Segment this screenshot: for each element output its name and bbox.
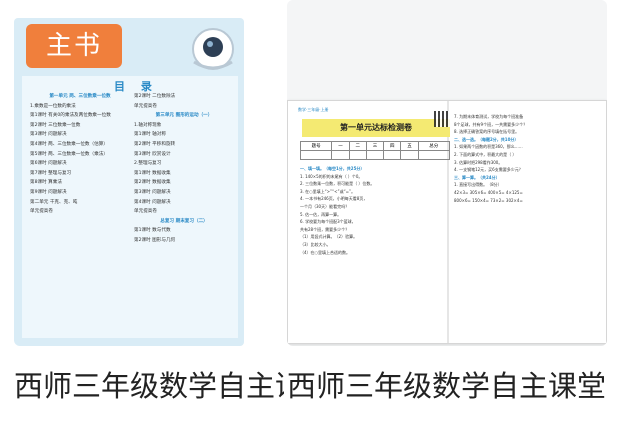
content-line: 第1课时 轴对称 xyxy=(134,132,166,138)
content-line: 第2课时 数据收集 xyxy=(134,180,171,186)
content-line: 7. 为期末体育测试，学校为每个班准备 xyxy=(454,114,524,119)
score-table: 题号一二三四五总分 xyxy=(299,141,451,160)
content-line: 第4课时 问题解决 xyxy=(134,199,171,205)
content-line: （1）用竖式计算。（2）验算。 xyxy=(300,234,358,240)
product-thumbnail[interactable]: 数学·三年级·上册 第一单元达标检测卷 题号一二三四五总分 一、填一填。（每空1… xyxy=(287,0,607,346)
product-thumbnail[interactable]: 目 录 第一单元 两、三位数乘一位数 1.乘数是一位数的乘法 第1课时 有关0的乘法… xyxy=(14,0,284,346)
section-heading: 总复习 期末复习（二） xyxy=(160,218,208,224)
content-line: （4）在○里填上合适的数。 xyxy=(300,249,351,255)
main-book-badge: 主书 xyxy=(26,24,122,68)
qr-code-icon xyxy=(434,111,450,127)
score-header-row: 题号一二三四五总分 xyxy=(299,141,451,151)
content-line: 1. 140×5的积的末尾有（ ）个0。 xyxy=(300,173,363,179)
section-heading: 第三单元 图形的运动（一） xyxy=(155,113,213,119)
section-heading: 第一单元 两、三位数乘一位数 xyxy=(49,94,111,99)
content-line: 单元提高卷 xyxy=(134,209,157,215)
content-line: 1. 如果两个因数的积是360，那么…… xyxy=(454,144,523,150)
score-cell: 五 xyxy=(400,141,419,151)
content-line: 4. 一支钢笔12元，买6支需要多少元？ xyxy=(454,167,523,173)
product-title[interactable]: 西师三年级数学自主课堂主书- xyxy=(14,367,284,405)
paper-column-right: 7. 为期末体育测试，学校为每个班准备 8个足球，共有9个班，一共需要多少个？ 8… xyxy=(454,113,600,204)
content-line: 3. 在○里填上“>”“<”或“=”。 xyxy=(300,188,356,194)
content-line: 6. 学校要为每个班配3个篮球， xyxy=(300,219,356,225)
section-heading: 三、算一算。（共24分） xyxy=(454,174,500,180)
paper-column-left: 一、填一填。（每空1分，共25分） 1. 140×5的积的末尾有（ ）个0。 2. … xyxy=(300,165,446,256)
paper-fold-divider xyxy=(447,101,449,343)
content-line: 42×3= 305×6= 400×5= 4×125= xyxy=(454,189,523,195)
content-line: 第1课时 有关0的乘法及两位数乘一位数 xyxy=(30,113,111,119)
content-line: 第6课时 问题解决 xyxy=(30,161,67,167)
content-line: （3）比较大小。 xyxy=(300,241,331,247)
section-heading: 二、选一选。（每题2分，共10分） xyxy=(454,136,519,142)
content-line: 单元提高卷 xyxy=(30,209,53,215)
content-line: 第9课时 问题解决 xyxy=(30,189,67,195)
paper-tag: 数学·三年级·上册 xyxy=(298,107,329,112)
content-line: 共有28个班，需要多少个？ xyxy=(300,226,350,232)
score-cell: 三 xyxy=(365,141,385,151)
content-line: 第2课时 图形与几何 xyxy=(134,237,176,243)
content-line: 第3课时 问题解决 xyxy=(30,132,67,138)
content-line: 第8课时 算乘法 xyxy=(30,180,62,186)
content-line: 1. 直接写出得数。（8分） xyxy=(454,182,502,188)
content-line: 2.整理与复习 xyxy=(134,161,162,167)
content-line: 1.乘数是一位数的乘法 xyxy=(30,103,76,109)
content-line: 4. 一本书有246页，小明每天看8页， xyxy=(300,196,368,202)
score-cell: 一 xyxy=(331,141,350,151)
content-line: 第3课时 问题解决 xyxy=(134,189,171,195)
toc-column-right: 第2课时 二位数除法 单元提高卷 第三单元 图形的运动（一） 1.轴对称现象 第1课时 … xyxy=(134,92,234,246)
score-cell: 四 xyxy=(383,141,402,151)
content-line: 单元提高卷 xyxy=(134,103,157,109)
content-line: 第二单元 千克、克、吨 xyxy=(30,199,78,205)
score-cell: 题号 xyxy=(299,141,333,151)
score-cell: 二 xyxy=(348,141,367,151)
content-line: 第2课时 三位数乘一位数 xyxy=(30,122,81,128)
toc-column-left: 第一单元 两、三位数乘一位数 1.乘数是一位数的乘法第1课时 有关0的乘法及两位数… xyxy=(30,92,130,217)
content-line: 5. 估一估，再算一算。 xyxy=(300,211,342,217)
product-title[interactable]: 西师三年级数学自主课堂夹卷-学用 xyxy=(287,367,607,405)
content-line: 8个足球，共有9个班，一共需要多少个？ xyxy=(454,121,528,127)
content-line: 3. 估算时把298看作300。 xyxy=(454,159,503,165)
content-line: 第1课时 数据收集 xyxy=(134,170,171,176)
content-line: 第2课时 二位数除法 xyxy=(134,94,176,99)
product-card-test-paper[interactable]: 数学·三年级·上册 第一单元达标检测卷 题号一二三四五总分 一、填一填。（每空1… xyxy=(287,0,607,403)
content-line: 2. 下面的算式中，积最大的是（ ） xyxy=(454,151,517,157)
product-card-main-book[interactable]: 目 录 第一单元 两、三位数乘一位数 1.乘数是一位数的乘法 第1课时 有关0的乘法… xyxy=(14,0,284,403)
content-line: 800×6= 150×4= 73×2= 302×4= xyxy=(454,197,523,203)
content-line: 第4课时 两、三位数乘一位数（估算） xyxy=(30,141,108,147)
paper-title: 第一单元达标检测卷 xyxy=(302,119,450,137)
content-line: 第5课时 两、三位数乘一位数（乘法） xyxy=(30,151,108,157)
score-cell: 总分 xyxy=(417,141,451,151)
content-line: 第7课时 整理与复习 xyxy=(30,170,72,176)
content-line: 第2课时 平移和旋转 xyxy=(134,141,176,147)
content-line: 第3课时 欣赏设计 xyxy=(134,151,171,157)
content-line: 1.轴对称现象 xyxy=(134,122,162,128)
section-heading: 一、填一填。（每空1分，共25分） xyxy=(300,166,365,171)
score-blank-row xyxy=(299,150,451,160)
content-line: 2. 三位数乘一位数，积可能是（ ）位数。 xyxy=(300,181,375,187)
content-line: 第1课时 数与代数 xyxy=(134,228,171,234)
content-line: 一个月（30天）能看完吗？ xyxy=(300,203,350,209)
test-paper-spread: 数学·三年级·上册 第一单元达标检测卷 题号一二三四五总分 一、填一填。（每空1… xyxy=(287,100,607,344)
astronaut-icon xyxy=(192,28,234,70)
content-line: 8. 选择正确答案的序号填在括号里。 xyxy=(454,129,520,135)
